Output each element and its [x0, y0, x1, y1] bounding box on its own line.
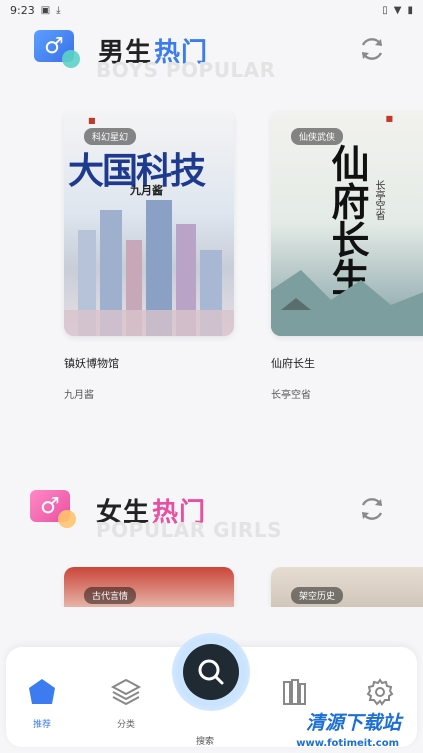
publisher-logo: ■ [88, 116, 96, 125]
girls-section-subtitle: POPULAR GIRLS [96, 518, 283, 542]
book-title[interactable]: 镇妖博物馆 [64, 355, 119, 371]
bookshelf-icon [277, 675, 311, 709]
female-logo: ♂ [30, 490, 80, 530]
tab-recommend[interactable]: 推荐 [12, 675, 72, 730]
refresh-icon [361, 38, 383, 60]
boys-popular-section: ♂ 男生热门 BOYS POPULAR [0, 22, 423, 92]
app-notification-icon: ▣ [40, 4, 51, 16]
city-skyline-art [64, 200, 234, 336]
refresh-icon [361, 498, 383, 520]
book-genre-tag: 仙侠武侠 [291, 128, 344, 145]
publisher-logo: ■ [385, 114, 393, 123]
search-label: 搜索 [196, 737, 215, 747]
boys-book-carousel[interactable]: ■ 科幻星幻 大国科技 九月酱 镇妖博物馆 九月酱 仙侠武侠 ■ 仙府长生 长亭… [0, 110, 423, 430]
girls-refresh-button[interactable] [355, 492, 389, 526]
watermark-url: www.fotimeit.com [296, 738, 399, 749]
logo-dot [62, 50, 80, 68]
cover-author: 九月酱 [130, 184, 163, 197]
girls-popular-section: ♂ 女生热门 POPULAR GIRLS [0, 482, 423, 552]
boys-section-subtitle: BOYS POPULAR [96, 58, 276, 82]
tab-category-label: 分类 [116, 720, 135, 730]
status-bar: 9:23 ▣ ⤓ ▯ ▼ ▮ [0, 0, 423, 20]
cover-author: 长亭空省 [373, 180, 384, 220]
book-title[interactable]: 仙府长生 [271, 355, 315, 371]
mountain-art [271, 270, 423, 336]
logo-dot [58, 510, 76, 528]
gear-icon [363, 675, 397, 709]
tab-category[interactable]: 分类 [96, 675, 156, 730]
status-time: 9:23 [10, 3, 35, 17]
book-cover[interactable]: ■ 科幻星幻 大国科技 九月酱 [64, 110, 234, 336]
battery-icon: ▮ [407, 4, 413, 16]
tab-recommend-label: 推荐 [32, 720, 51, 730]
boys-section-header: ♂ 男生热门 BOYS POPULAR [0, 22, 423, 92]
home-pentagon-icon [25, 675, 59, 709]
book-cover[interactable]: 仙侠武侠 ■ 仙府长生 长亭空省 [271, 110, 423, 336]
vibrate-icon: ▯ [382, 4, 388, 16]
layers-icon [109, 675, 143, 709]
bottom-navigation: 推荐 分类 搜索 清源下载站 www.fotimeit.com [0, 597, 423, 753]
search-button[interactable] [172, 633, 250, 711]
search-button-inner [183, 644, 239, 700]
watermark-text: 清源下载站 [305, 712, 401, 734]
girls-section-header: ♂ 女生热门 POPULAR GIRLS [0, 482, 423, 552]
search-icon [198, 659, 224, 685]
boys-refresh-button[interactable] [355, 32, 389, 66]
wifi-icon: ▼ [393, 4, 402, 16]
book-author: 长亭空省 [271, 390, 311, 401]
download-icon: ⤓ [56, 4, 61, 16]
book-author: 九月酱 [64, 390, 94, 401]
male-logo: ♂ [34, 30, 84, 70]
